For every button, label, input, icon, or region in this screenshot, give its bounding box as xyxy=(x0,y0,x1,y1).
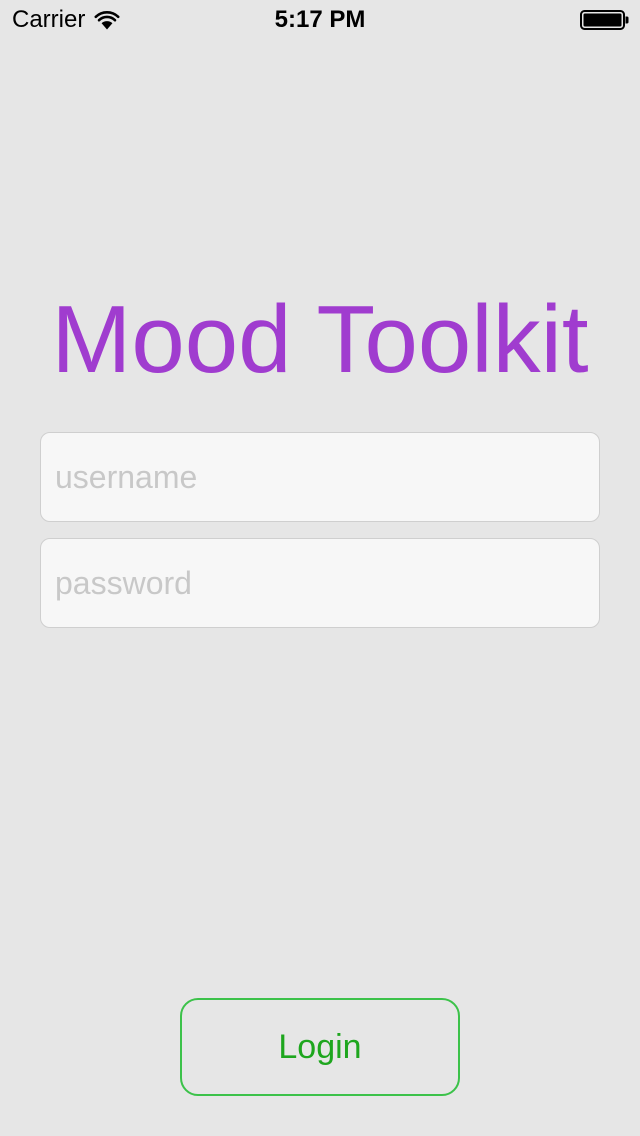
status-time: 5:17 PM xyxy=(274,6,366,33)
battery-icon xyxy=(580,10,629,30)
login-button[interactable]: Login xyxy=(180,998,460,1096)
username-field[interactable] xyxy=(40,432,600,522)
app-title: Mood Toolkit xyxy=(51,286,589,393)
status-bar: Carrier 5:17 PM xyxy=(0,0,640,40)
password-field[interactable] xyxy=(40,538,600,628)
